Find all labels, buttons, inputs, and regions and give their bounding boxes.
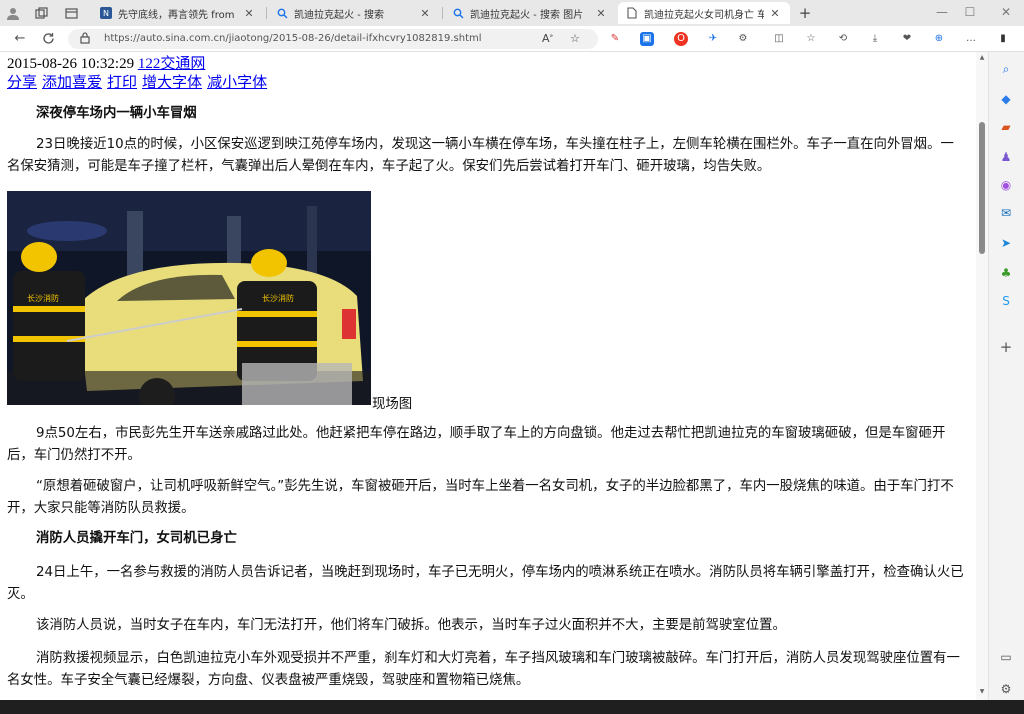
url-text[interactable]: https://auto.sina.com.cn/jiaotong/2015-0… <box>104 33 482 44</box>
people-icon[interactable]: ♟ <box>997 148 1015 166</box>
copilot-icon[interactable]: ◉ <box>997 176 1015 194</box>
screen-cast-icon[interactable]: ▭ <box>997 648 1015 666</box>
paragraph-4: 24日上午，一名参与救援的消防人员告诉记者，当晚赶到现场时，车子已无明火，停车场… <box>7 565 964 602</box>
tree-icon[interactable]: ♣ <box>997 264 1015 282</box>
skype-icon[interactable]: S <box>997 292 1015 310</box>
tag-icon[interactable]: ◆ <box>997 90 1015 108</box>
history-icon[interactable]: ⟲ <box>836 32 850 46</box>
page-icon <box>626 7 638 19</box>
scene-photo: 长沙消防 长沙消防 <box>7 191 371 405</box>
search-icon <box>276 7 288 19</box>
tab-3-title: 凯迪拉克起火 - 搜索 图片 <box>470 9 584 21</box>
page-scrollbar[interactable]: ▲ ▼ <box>976 52 988 700</box>
scroll-up-icon[interactable]: ▲ <box>976 54 988 61</box>
refresh-icon[interactable] <box>38 30 58 48</box>
uniform-text-1: 长沙消防 <box>27 293 59 303</box>
browser-window: N 先守底线，再言领先 from 凯迪拉 ✕ 凯迪拉克起火 - 搜索 ✕ 凯迪拉… <box>0 0 1024 714</box>
screenshot-icon[interactable]: ⊕ <box>932 32 946 46</box>
section-heading-2: 消防人员撬开车门，女司机已身亡 <box>36 531 237 546</box>
paragraph-1: 23日晚接近10点的时候，小区保安巡逻到映江苑停车场内，发现这一辆小车横在停车场… <box>7 137 954 174</box>
paragraph-5: 该消防人员说，当时女子在车内，车门无法打开，他们将车门破拆。他表示，当时车子过火… <box>36 618 786 633</box>
uniform-text-2: 长沙消防 <box>262 293 294 303</box>
tab-2-title: 凯迪拉克起火 - 搜索 <box>294 9 384 21</box>
extensions-icon[interactable]: ⚙ <box>736 32 750 46</box>
back-icon[interactable]: ← <box>10 30 30 48</box>
favorites-icon[interactable]: ☆ <box>804 32 818 46</box>
source-link[interactable]: 122交通网 <box>138 56 206 72</box>
tab-2[interactable]: 凯迪拉克起火 - 搜索 ✕ <box>268 2 440 24</box>
close-icon[interactable]: ✕ <box>242 7 256 20</box>
opera-icon[interactable]: O <box>674 32 688 46</box>
minimize-icon[interactable]: — <box>928 2 956 22</box>
tab-strip: N 先守底线，再言领先 from 凯迪拉 ✕ 凯迪拉克起火 - 搜索 ✕ 凯迪拉… <box>0 0 1024 26</box>
download-icon[interactable]: ⤓ <box>868 32 882 46</box>
profile-icon[interactable] <box>4 4 22 22</box>
sidebar-toggle-icon[interactable]: ▮ <box>996 32 1010 46</box>
paragraph-6: 消防救援视频显示，白色凯迪拉克小车外观受损并不严重，刹车灯和大灯亮着，车子挡风玻… <box>7 651 960 688</box>
page-content: 2015-08-26 10:32:29 122交通网 分享 添加喜爱 打印 增大字体减… <box>0 52 976 700</box>
extension-icon-2[interactable]: ▣ <box>640 32 654 46</box>
tab-4-title: 凯迪拉克起火女司机身亡 车外有 <box>644 9 764 21</box>
performance-icon[interactable]: ❤ <box>900 32 914 46</box>
decrease-font-link[interactable]: 减小字体 <box>207 75 267 91</box>
share-link[interactable]: 分享 <box>7 75 37 91</box>
section-heading-1: 深夜停车场内一辆小车冒烟 <box>36 106 197 121</box>
extension-icon-3[interactable]: ✈ <box>706 32 720 46</box>
paragraph-2: 9点50左右，市民彭先生开车送亲戚路过此处。他赶紧把车停在路边，顺手取了车上的方… <box>7 426 946 463</box>
address-toolbar: ← https://auto.sina.com.cn/jiaotong/2015… <box>0 26 1024 52</box>
print-link[interactable]: 打印 <box>107 75 137 91</box>
toolbox-icon[interactable]: ▰ <box>997 118 1015 136</box>
send-icon[interactable]: ➤ <box>997 234 1015 252</box>
split-screen-icon[interactable]: ◫ <box>772 32 786 46</box>
tab-1[interactable]: N 先守底线，再言领先 from 凯迪拉 ✕ <box>92 2 264 24</box>
close-icon[interactable]: ✕ <box>594 7 608 20</box>
workspaces-icon[interactable] <box>32 4 50 22</box>
close-icon[interactable]: ✕ <box>418 7 432 20</box>
favorite-star-icon[interactable]: ☆ <box>570 32 580 45</box>
scroll-down-icon[interactable]: ▼ <box>976 688 988 695</box>
address-bar[interactable]: https://auto.sina.com.cn/jiaotong/2015-0… <box>68 29 598 49</box>
settings-icon[interactable]: ⚙ <box>997 680 1015 698</box>
tab-4-active[interactable]: 凯迪拉克起火女司机身亡 车外有 ✕ <box>618 2 790 24</box>
article-meta: 2015-08-26 10:32:29 122交通网 <box>7 52 205 73</box>
article-datetime: 2015-08-26 10:32:29 <box>7 56 135 72</box>
maximize-icon[interactable]: ☐ <box>956 2 984 22</box>
add-sidebar-app-icon[interactable]: + <box>997 338 1015 356</box>
svg-text:N: N <box>103 9 109 18</box>
outlook-icon[interactable]: ✉ <box>997 204 1015 222</box>
paragraph-3: “原想着砸破窗户，让司机呼吸新鲜空气。”彭先生说，车窗被砸开后，当时车上坐着一名… <box>7 479 954 516</box>
more-icon[interactable]: … <box>964 32 978 46</box>
scroll-thumb[interactable] <box>979 122 985 254</box>
browser-sidebar: ⌕ ◆ ▰ ♟ ◉ ✉ ➤ ♣ S + ▭ ⚙ <box>988 52 1024 700</box>
tab-3[interactable]: 凯迪拉克起火 - 搜索 图片 ✕ <box>444 2 616 24</box>
add-favorite-link[interactable]: 添加喜爱 <box>42 75 102 91</box>
extension-icon-1[interactable]: ✎ <box>608 32 622 46</box>
site-icon: N <box>100 7 112 19</box>
close-icon[interactable]: ✕ <box>768 7 782 20</box>
article-actions: 分享 添加喜爱 打印 增大字体 减小字体 <box>7 71 272 92</box>
close-window-icon[interactable]: ✕ <box>992 2 1020 22</box>
tab-1-title: 先守底线，再言领先 from 凯迪拉 <box>118 9 238 21</box>
search-icon <box>452 7 464 19</box>
search-icon[interactable]: ⌕ <box>997 60 1015 78</box>
read-aloud-icon[interactable]: A» <box>542 32 553 45</box>
photo-caption: 现场图 <box>372 397 413 412</box>
increase-font-link[interactable]: 增大字体 <box>142 75 202 91</box>
new-tab-button[interactable]: + <box>796 4 814 22</box>
lock-icon[interactable] <box>80 32 90 47</box>
tab-actions-icon[interactable] <box>62 4 80 22</box>
bottom-edge <box>0 700 1024 714</box>
